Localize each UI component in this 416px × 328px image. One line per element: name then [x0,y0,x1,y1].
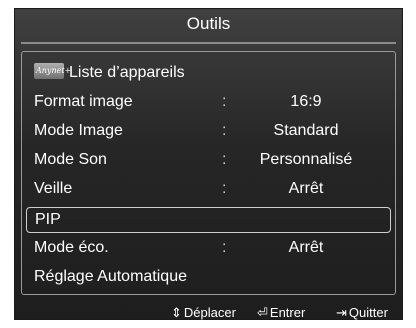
up-down-arrow-icon: ⇕ [171,305,182,320]
menu-list: Anynet+ Liste d’appareils Format image : … [21,51,396,295]
menu-item-label: Format image [34,93,133,110]
menu-item-picture-mode[interactable]: Mode Image : Standard [26,118,391,144]
anynet-logo-icon: Anynet+ [34,63,71,80]
hint-enter: ⏎ Entrer [257,305,306,320]
tools-menu-panel: Outils Anynet+ Liste d’appareils Format i… [14,8,403,320]
menu-item-pip[interactable]: PIP [26,207,391,233]
menu-item-sleep-timer[interactable]: Veille : Arrêt [26,176,391,202]
menu-item-label: Anynet+ Liste d’appareils [34,63,185,81]
menu-item-auto-adjustment[interactable]: Réglage Automatique [26,264,391,290]
menu-title: Outils [186,14,231,33]
menu-item-value: Personnalisé [259,151,353,168]
menu-item-label: Mode éco. [34,239,109,256]
menu-item-label: Mode Image [34,122,123,139]
menu-item-separator: : [222,122,227,139]
menu-item-label: Veille [34,180,73,197]
menu-item-value: Standard [273,122,339,139]
menu-item-separator: : [222,93,227,110]
menu-item-label: Réglage Automatique [34,268,187,285]
menu-item-value: Arrêt [288,180,324,197]
enter-icon: ⏎ [257,305,268,320]
exit-icon: ⇥ [336,305,347,320]
menu-item-device-list[interactable]: Anynet+ Liste d’appareils [26,60,391,86]
hint-quit: ⇥ Quitter [336,305,388,320]
menu-item-separator: : [222,180,227,197]
title-divider [21,42,396,44]
key-guide: ⇕ Déplacer ⏎ Entrer ⇥ Quitter [15,305,402,321]
menu-item-value: Arrêt [288,239,324,256]
menu-item-separator: : [222,151,227,168]
menu-item-picture-size[interactable]: Format image : 16:9 [26,89,391,115]
menu-item-value: 16:9 [290,93,322,110]
hint-move: ⇕ Déplacer [171,305,236,320]
menu-item-label: PIP [35,211,61,228]
menu-item-energy-saving[interactable]: Mode éco. : Arrêt [26,235,391,261]
menu-item-separator: : [222,239,227,256]
menu-item-label: Mode Son [34,151,107,168]
menu-item-sound-mode[interactable]: Mode Son : Personnalisé [26,147,391,173]
